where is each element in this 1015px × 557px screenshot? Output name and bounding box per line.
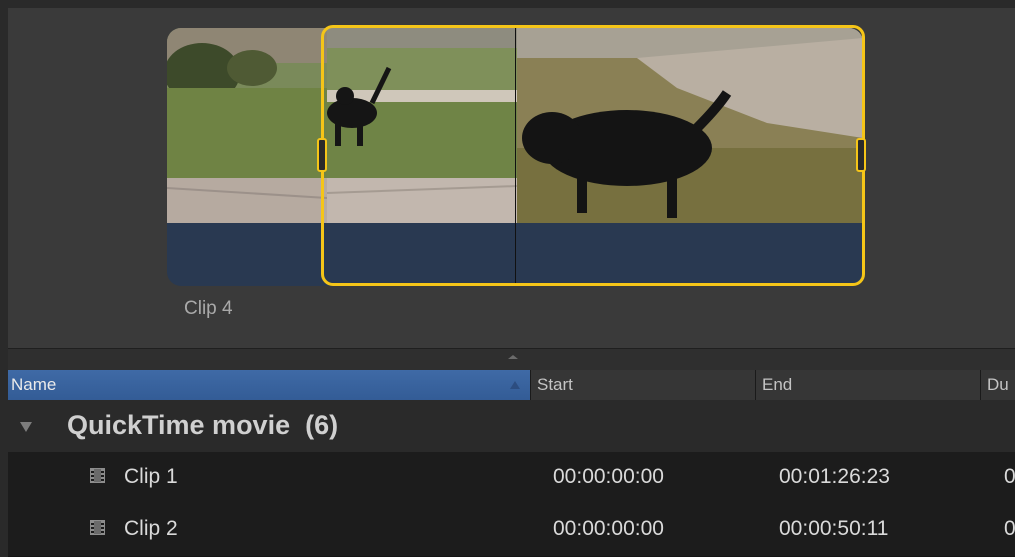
column-header-name[interactable]: Name	[8, 370, 531, 400]
clip-duration: 0	[1004, 465, 1015, 488]
group-title: QuickTime movie (6)	[67, 410, 339, 440]
clip-name: Clip 2	[124, 517, 178, 540]
event-browser-preview: Clip 4	[8, 8, 1015, 348]
list-item[interactable]: Clip 2 00:00:00:00 00:00:50:11 0	[8, 504, 1015, 557]
range-end-handle[interactable]	[856, 138, 866, 172]
film-clip-icon	[90, 468, 105, 483]
clip-end: 00:00:50:11	[779, 517, 889, 540]
group-row[interactable]: QuickTime movie (6)	[8, 400, 1015, 453]
sort-ascending-icon	[510, 381, 520, 389]
film-clip-icon	[90, 520, 105, 535]
clip-name-caption: Clip 4	[184, 298, 233, 319]
clip-start: 00:00:00:00	[553, 465, 664, 488]
clip-name: Clip 1	[124, 465, 178, 488]
column-header-start[interactable]: Start	[531, 370, 756, 400]
column-header-duration[interactable]: Du	[981, 370, 1015, 400]
pane-splitter[interactable]	[8, 348, 1015, 371]
clip-end: 00:01:26:23	[779, 465, 890, 488]
clip-list: Name Start End Du QuickTime movie (6) Cl…	[8, 370, 1015, 557]
splitter-grip-icon[interactable]	[508, 355, 518, 359]
clip-duration: 0	[1004, 517, 1015, 540]
thumbnail-frame-1	[167, 28, 327, 223]
range-start-handle[interactable]	[317, 138, 327, 172]
list-item[interactable]: Clip 1 00:00:00:00 00:01:26:23 0	[8, 452, 1015, 505]
column-header-end[interactable]: End	[756, 370, 981, 400]
column-header-name-label: Name	[11, 375, 57, 394]
range-selection[interactable]	[321, 25, 865, 286]
list-header: Name Start End Du	[8, 370, 1015, 400]
clip-start: 00:00:00:00	[553, 517, 664, 540]
disclosure-triangle-icon[interactable]	[20, 422, 32, 432]
